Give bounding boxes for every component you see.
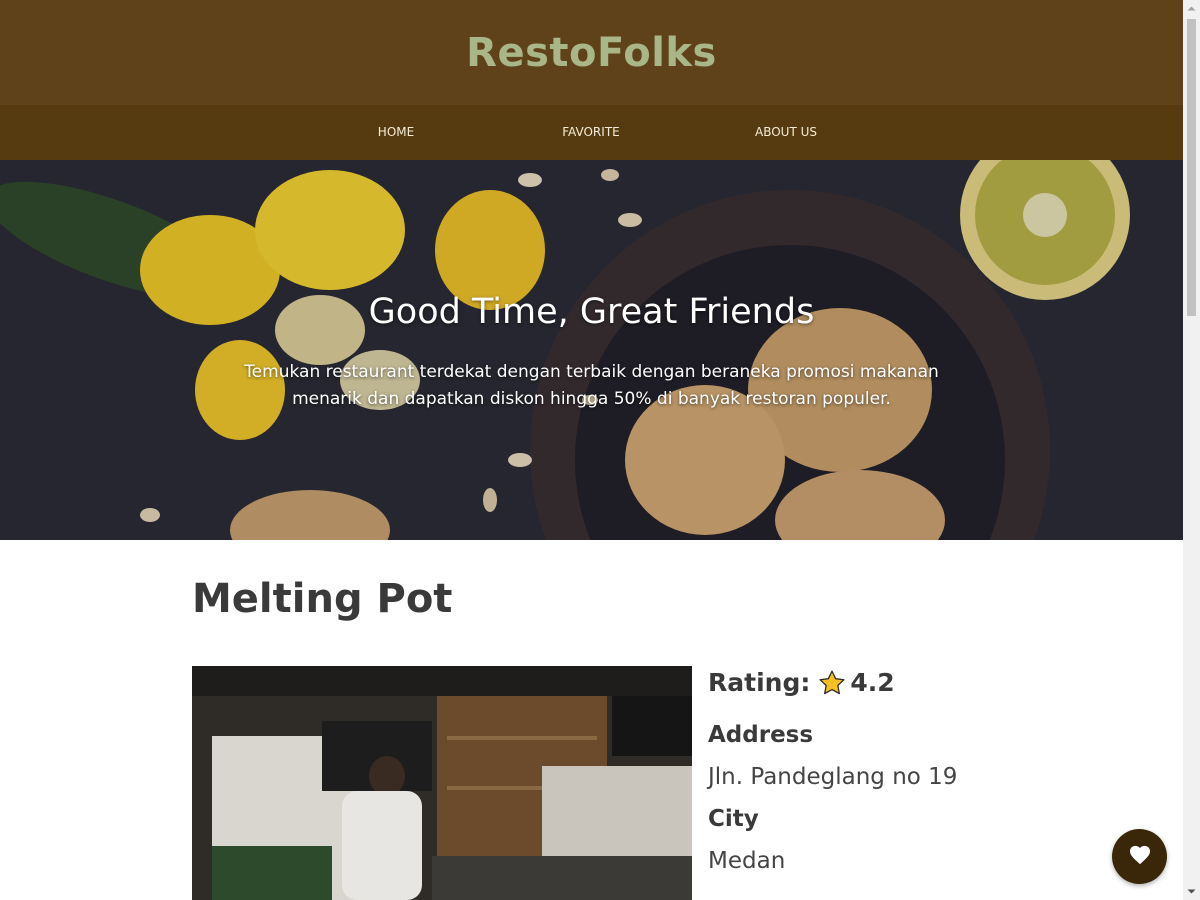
rating-label: Rating: — [708, 668, 811, 697]
favorite-button[interactable] — [1112, 829, 1167, 884]
heart-icon — [1129, 845, 1151, 868]
brand-title: RestoFolks — [466, 29, 717, 76]
scrollbar-thumb[interactable] — [1187, 19, 1196, 316]
scroll-down-arrow-icon[interactable] — [1183, 883, 1200, 900]
scroll-up-arrow-icon[interactable] — [1183, 0, 1200, 17]
hero-title: Good Time, Great Friends — [368, 292, 815, 332]
site-header: RestoFolks — [0, 0, 1183, 105]
address-heading: Address — [708, 722, 814, 748]
nav-about-link[interactable]: ABOUT US — [726, 105, 846, 160]
main-nav: HOME FAVORITE ABOUT US — [0, 105, 1183, 160]
hero-subtitle: Temukan restaurant terdekat dengan terba… — [244, 362, 939, 409]
star-icon — [818, 669, 846, 697]
city-heading: City — [708, 806, 759, 832]
nav-favorite-link[interactable]: FAVORITE — [531, 105, 651, 160]
restaurant-name: Melting Pot — [192, 576, 453, 622]
hero-banner: Good Time, Great Friends Temukan restaur… — [0, 160, 1183, 540]
rating-row: Rating: 4.2 — [708, 668, 895, 697]
nav-home-link[interactable]: HOME — [336, 105, 456, 160]
hero-background-image — [0, 160, 1183, 540]
restaurant-image — [192, 666, 692, 900]
vertical-scrollbar[interactable] — [1183, 0, 1200, 900]
rating-value: 4.2 — [850, 668, 895, 697]
city-value: Medan — [708, 848, 786, 874]
address-value: Jln. Pandeglang no 19 — [708, 764, 958, 790]
